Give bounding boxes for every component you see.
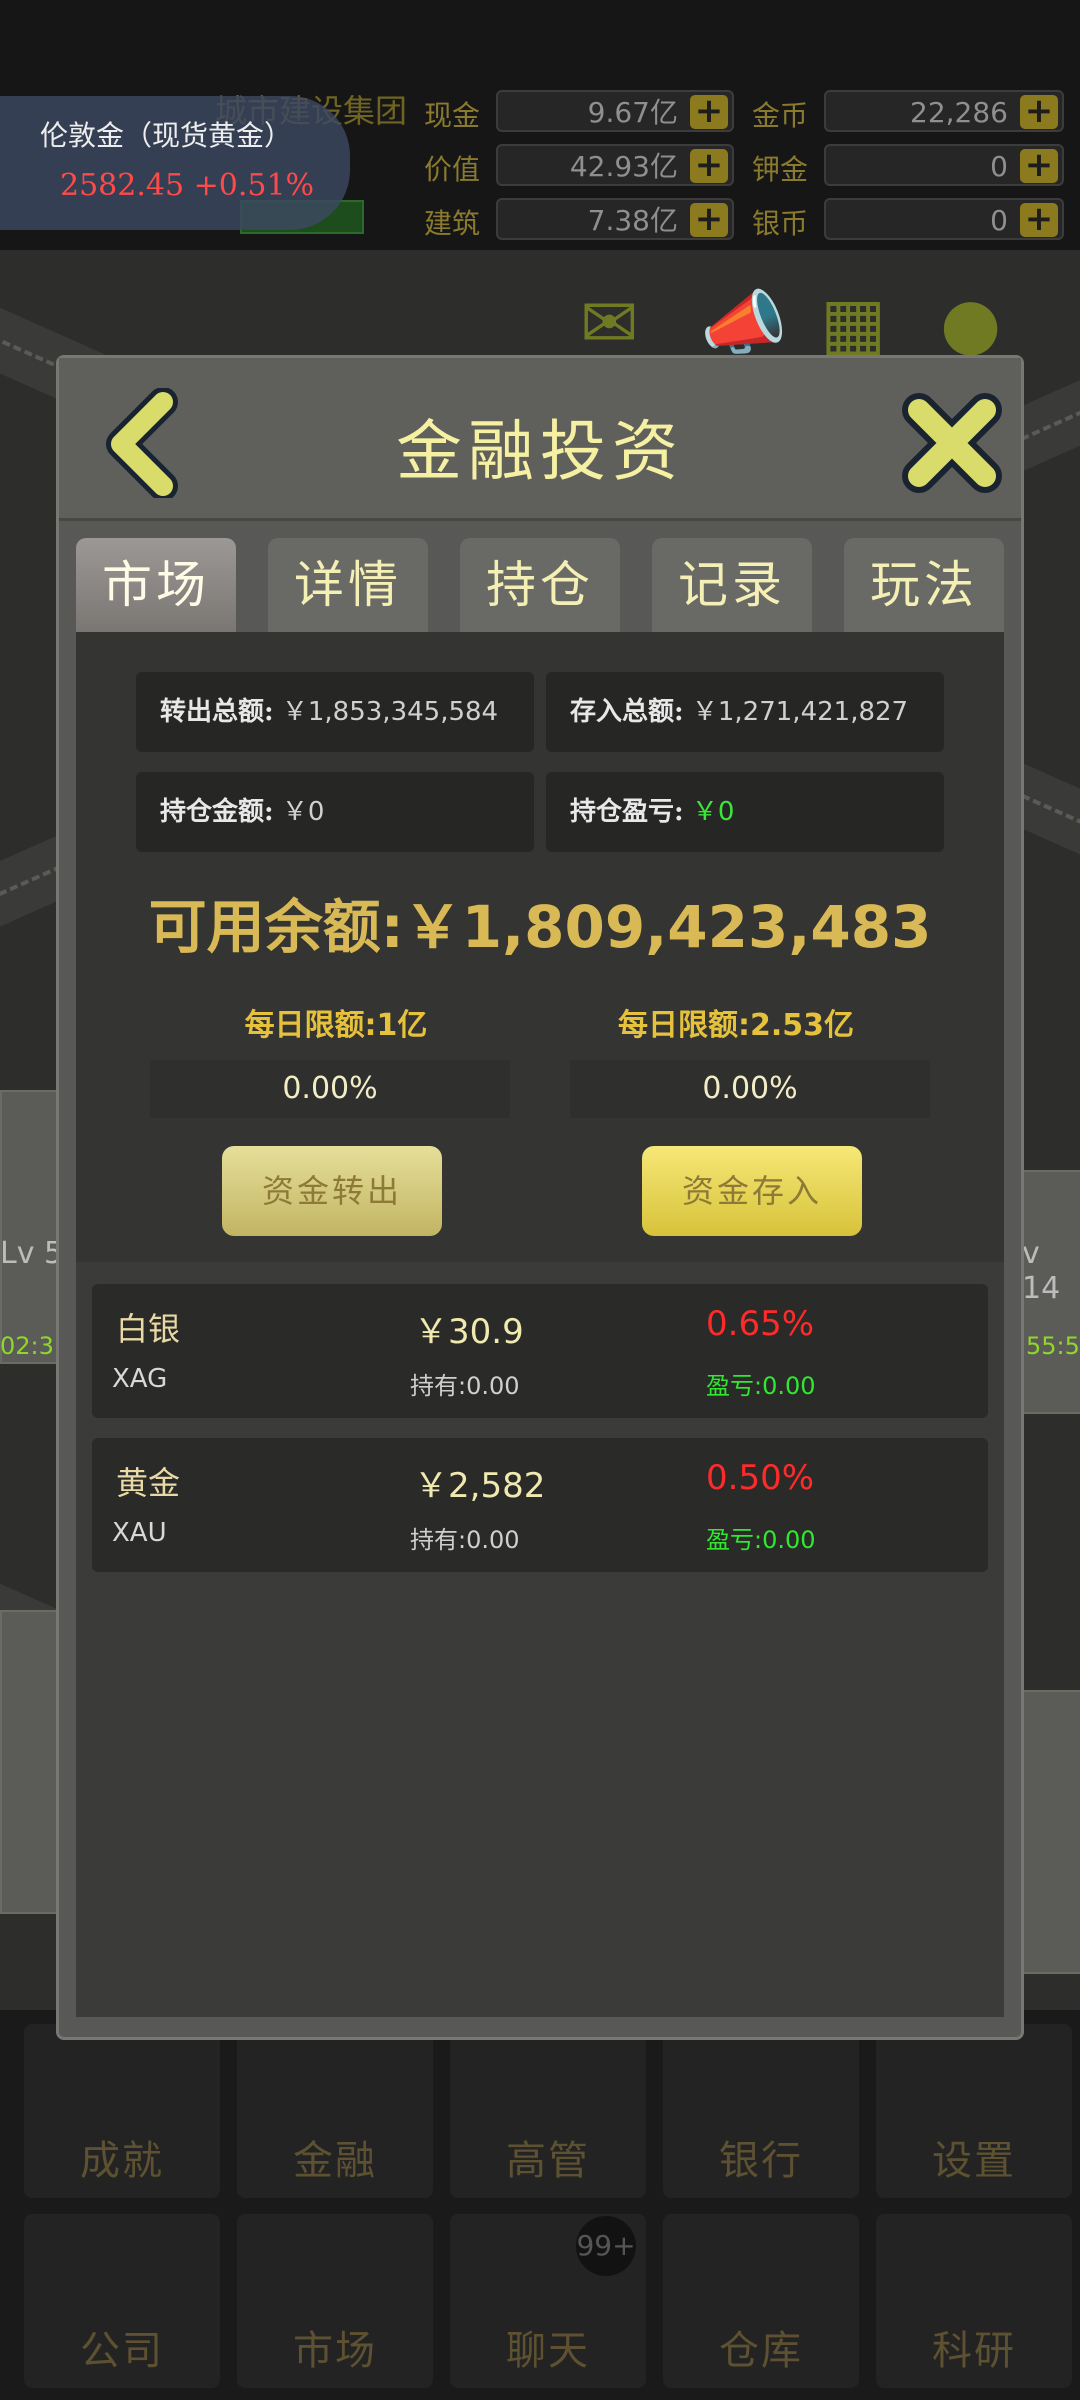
out-limit-percent: 0.00%: [150, 1060, 510, 1118]
stat-coins: 22,286 +: [824, 90, 1064, 132]
tab-positions[interactable]: 持仓: [460, 538, 620, 632]
building[interactable]: [0, 1090, 60, 1364]
out-total-label: 转出总额:: [160, 697, 274, 727]
bottom-menu: 成就 金融 高管 银行 设置 公司 市场 聊天 仓库 科研: [0, 2010, 1080, 2400]
market-panel: 转出总额: ￥1,853,345,584 存入总额: ￥1,271,421,82…: [76, 632, 1004, 2017]
stat-silver-value: 0: [990, 204, 1008, 237]
close-icon: [902, 393, 1002, 493]
tab-bar: 市场 详情 持仓 记录 玩法: [76, 538, 1004, 632]
tab-rules[interactable]: 玩法: [844, 538, 1004, 632]
deposit-button[interactable]: 资金存入: [642, 1146, 862, 1236]
stat-cash-value: 9.67亿: [587, 96, 678, 129]
asset-row-gold[interactable]: 黄金 XAU ￥2,582 持有:0.00 0.50% 盈亏:0.00: [92, 1438, 988, 1572]
menu-bank-button[interactable]: 银行: [663, 2024, 859, 2198]
stat-potassium-gold: 0 +: [824, 144, 1064, 186]
chat-unread-badge: 99+: [576, 2216, 636, 2276]
in-total-box: 存入总额: ￥1,271,421,827: [546, 672, 944, 752]
gold-price-ticker[interactable]: 伦敦金（现货黄金） 2582.45 +0.51%: [0, 96, 350, 230]
menu-company-button[interactable]: 公司: [24, 2214, 220, 2388]
position-pnl-box: 持仓盈亏: ￥0: [546, 772, 944, 852]
stat-building-value: 7.38亿: [587, 204, 678, 237]
asset-name: 黄金: [116, 1464, 181, 1502]
add-building-button[interactable]: +: [690, 202, 728, 237]
in-total-value: ￥1,271,421,827: [691, 697, 909, 727]
menu-market-button[interactable]: 市场: [237, 2214, 433, 2388]
megaphone-icon[interactable]: 📣: [700, 282, 787, 365]
menu-finance-button[interactable]: 金融: [237, 2024, 433, 2198]
tab-details[interactable]: 详情: [268, 538, 428, 632]
dialog-title: 金融投资: [396, 413, 684, 490]
asset-code: XAU: [112, 1518, 167, 1548]
available-balance: 可用余额:￥1,809,423,483: [148, 893, 932, 961]
ticker-value: 2582.45 +0.51%: [60, 168, 315, 203]
asset-holding: 持有:0.00: [410, 1526, 520, 1554]
tab-market[interactable]: 市场: [76, 538, 236, 632]
position-amount-label: 持仓金额:: [160, 797, 274, 827]
stat-cash: 9.67亿 +: [496, 90, 734, 132]
stat-potassium-gold-value: 0: [990, 150, 1008, 183]
stat-label-potassium-gold: 钾金: [752, 153, 809, 186]
asset-pnl: 盈亏:0.00: [706, 1372, 816, 1400]
apple-icon[interactable]: ●: [940, 282, 1001, 364]
stat-label-silver: 银币: [752, 207, 809, 240]
out-total-value: ￥1,853,345,584: [281, 697, 499, 727]
asset-change: 0.50%: [706, 1458, 815, 1498]
building[interactable]: [1020, 1690, 1080, 1974]
menu-warehouse-button[interactable]: 仓库: [663, 2214, 859, 2388]
stat-value-value: 42.93亿: [569, 150, 678, 183]
add-silver-button[interactable]: +: [1020, 202, 1058, 237]
daily-limit-out: 每日限额:1亿: [244, 1008, 428, 1043]
transfer-out-button[interactable]: 资金转出: [222, 1146, 442, 1236]
building-timer-right: 55:52: [1026, 1332, 1080, 1360]
menu-executives-button[interactable]: 高管: [450, 2024, 646, 2198]
out-total-box: 转出总额: ￥1,853,345,584: [136, 672, 534, 752]
building-level-left: Lv 5: [0, 1236, 64, 1271]
asset-price: ￥2,582: [414, 1466, 546, 1506]
stat-label-value: 价值: [424, 153, 481, 186]
funds-summary: 转出总额: ￥1,853,345,584 存入总额: ￥1,271,421,82…: [76, 632, 1004, 1262]
stat-silver: 0 +: [824, 198, 1064, 240]
tab-records[interactable]: 记录: [652, 538, 812, 632]
daily-limit-in: 每日限额:2.53亿: [617, 1008, 854, 1043]
asset-code: XAG: [112, 1364, 168, 1394]
close-button[interactable]: [897, 388, 1007, 498]
stat-value: 42.93亿 +: [496, 144, 734, 186]
position-amount-box: 持仓金额: ￥0: [136, 772, 534, 852]
mail-icon[interactable]: ✉: [580, 282, 639, 364]
position-amount-value: ￥0: [281, 797, 325, 827]
add-cash-button[interactable]: +: [690, 94, 728, 129]
stat-building: 7.38亿 +: [496, 198, 734, 240]
asset-price: ￥30.9: [414, 1312, 524, 1352]
building[interactable]: [0, 1610, 64, 1914]
add-value-button[interactable]: +: [690, 148, 728, 183]
add-coins-button[interactable]: +: [1020, 94, 1058, 129]
add-potassium-gold-button[interactable]: +: [1020, 148, 1058, 183]
asset-row-silver[interactable]: 白银 XAG ￥30.9 持有:0.00 0.65% 盈亏:0.00: [92, 1284, 988, 1418]
asset-pnl: 盈亏:0.00: [706, 1526, 816, 1554]
map-icon[interactable]: ▦: [820, 282, 886, 364]
stat-label-building: 建筑: [424, 207, 481, 240]
finance-investment-dialog: 金融投资 市场 详情 持仓 记录 玩法 转出总额: ￥1,853,345,584…: [56, 355, 1024, 2040]
asset-change: 0.65%: [706, 1304, 815, 1344]
asset-holding: 持有:0.00: [410, 1372, 520, 1400]
position-pnl-value: ￥0: [691, 797, 735, 827]
ticker-title: 伦敦金（现货黄金）: [40, 119, 293, 152]
menu-achievements-button[interactable]: 成就: [24, 2024, 220, 2198]
stat-label-coins: 金币: [752, 99, 809, 132]
position-pnl-label: 持仓盈亏:: [570, 797, 684, 827]
menu-settings-button[interactable]: 设置: [876, 2024, 1072, 2198]
stat-coins-value: 22,286: [910, 96, 1008, 129]
menu-research-button[interactable]: 科研: [876, 2214, 1072, 2388]
in-limit-percent: 0.00%: [570, 1060, 930, 1118]
in-total-label: 存入总额:: [570, 697, 684, 727]
asset-name: 白银: [116, 1310, 181, 1348]
dialog-header: 金融投资: [59, 358, 1021, 521]
building-timer-left: 02:3: [0, 1332, 54, 1360]
stat-label-cash: 现金: [424, 99, 481, 132]
building-level-right: v 14: [1022, 1236, 1061, 1306]
